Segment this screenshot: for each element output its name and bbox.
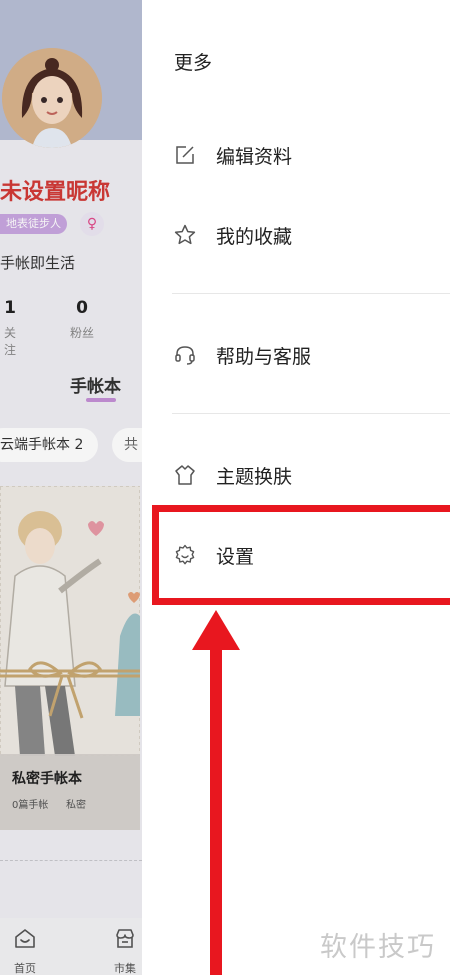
menu-divider xyxy=(172,293,450,294)
menu-item-label: 编辑资料 xyxy=(216,145,293,168)
menu-item-label: 主题换肤 xyxy=(216,465,293,488)
menu-item-edit-profile[interactable]: 编辑资料 xyxy=(172,140,292,170)
settings-highlight-box xyxy=(152,505,450,605)
menu-item-theme-skin[interactable]: 主题换肤 xyxy=(172,460,292,490)
star-icon xyxy=(172,222,198,248)
headset-icon xyxy=(172,342,198,368)
menu-item-label: 帮助与客服 xyxy=(216,345,312,368)
menu-item-help-support[interactable]: 帮助与客服 xyxy=(172,340,311,370)
theme-icon xyxy=(172,462,198,488)
menu-divider xyxy=(172,413,450,414)
profile-page-background: 未设置昵称 地表徒步人 ♀ 手帐即生活 1 关注 0 粉丝 手帐本 云端手帐本 … xyxy=(0,0,142,975)
watermark: 软件技巧 xyxy=(320,932,436,963)
menu-item-label: 我的收藏 xyxy=(216,225,293,248)
menu-item-favorites[interactable]: 我的收藏 xyxy=(172,220,292,250)
drawer-title: 更多 xyxy=(174,52,213,74)
red-arrow-annotation xyxy=(192,610,240,975)
edit-icon xyxy=(172,142,198,168)
drawer-scrim[interactable] xyxy=(0,0,142,975)
